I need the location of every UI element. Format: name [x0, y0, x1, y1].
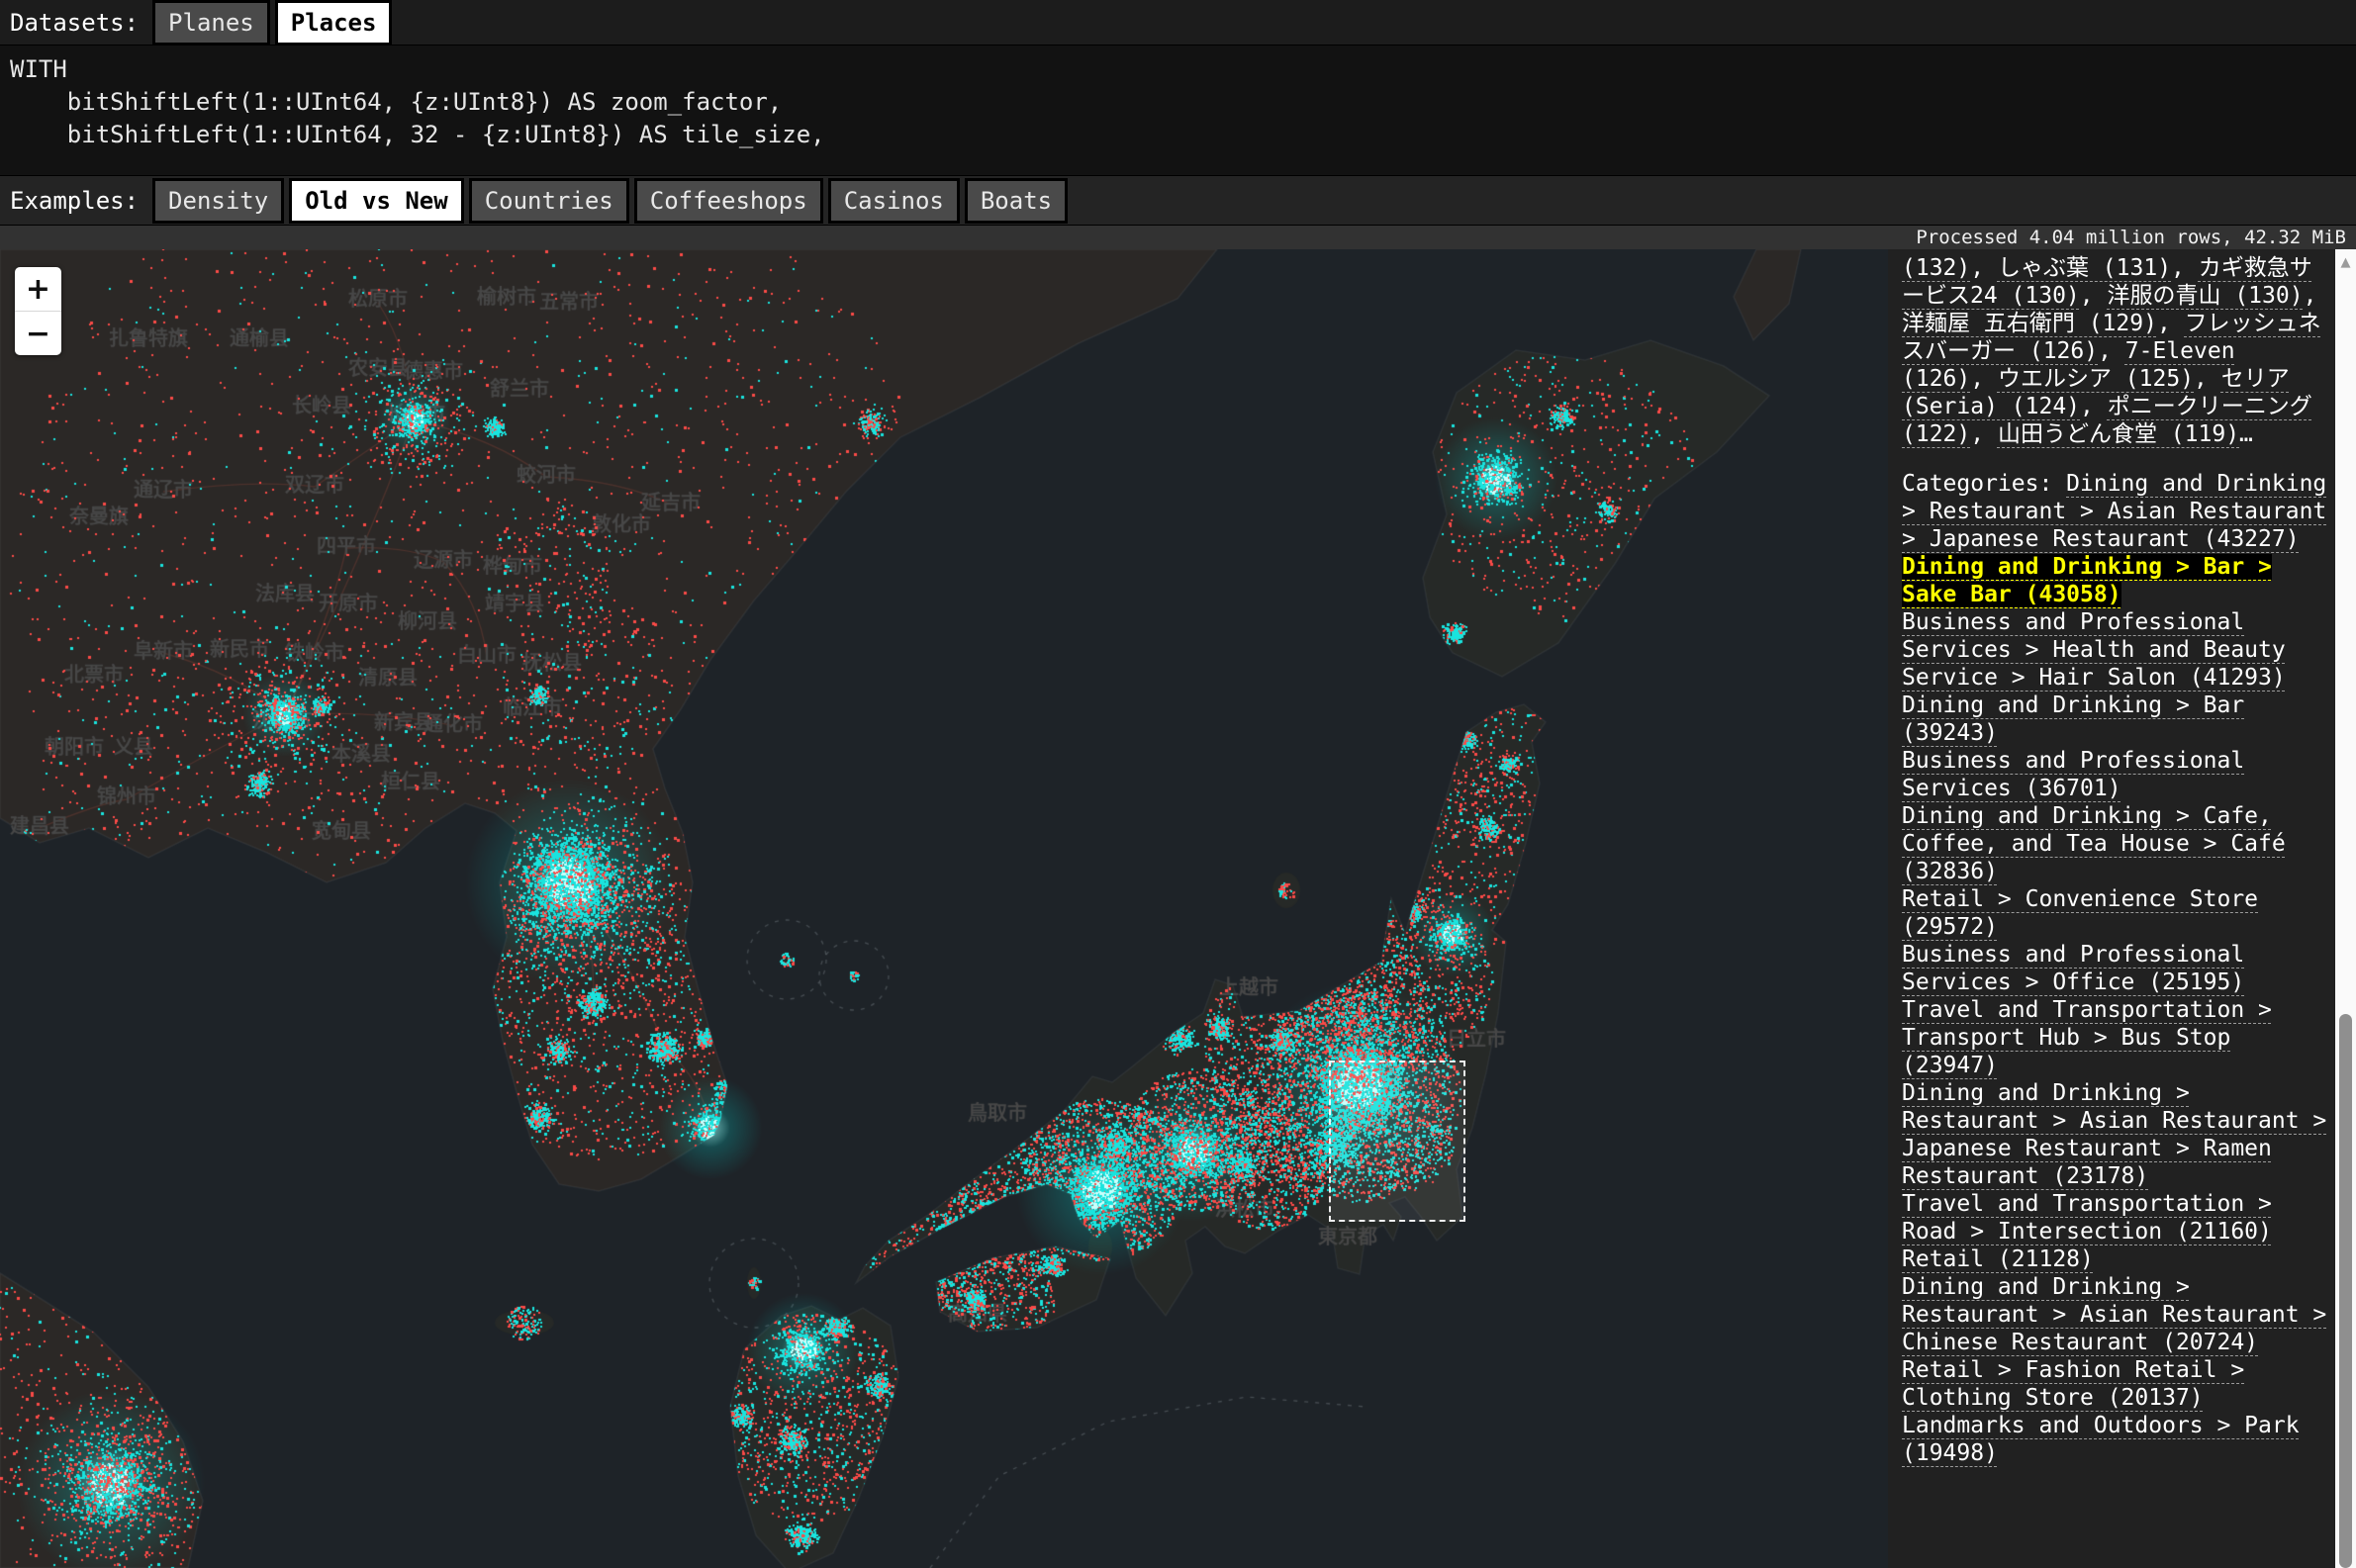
- category-row: Dining and Drinking > Bar (39243): [1902, 692, 2327, 747]
- category-link-highlighted[interactable]: Dining and Drinking > Bar > Sake Bar (43…: [1902, 554, 2272, 607]
- category-link[interactable]: Travel and Transportation > Transport Hu…: [1902, 997, 2272, 1078]
- examples-bar: Examples: Density Old vs New Countries C…: [0, 176, 2356, 226]
- category-row: Retail > Fashion Retail > Clothing Store…: [1902, 1356, 2327, 1412]
- query-line: bitShiftLeft(1::UInt64, {z:UInt8}) AS zo…: [10, 88, 782, 116]
- category-link[interactable]: Dining and Drinking > Cafe, Coffee, and …: [1902, 803, 2286, 884]
- dataset-button-places[interactable]: Places: [275, 0, 393, 46]
- page-scrollbar[interactable]: ▲: [2335, 249, 2356, 1568]
- example-button-coffeeshops[interactable]: Coffeeshops: [634, 178, 823, 224]
- category-row: Business and Professional Services > Off…: [1902, 941, 2327, 996]
- query-editor[interactable]: WITH bitShiftLeft(1::UInt64, {z:UInt8}) …: [0, 46, 2356, 176]
- scrollbar-thumb[interactable]: [2339, 1014, 2352, 1568]
- category-row: Travel and Transportation > Road > Inter…: [1902, 1190, 2327, 1245]
- category-row: Dining and Drinking > Bar > Sake Bar (43…: [1902, 553, 2327, 608]
- datasets-label: Datasets:: [10, 9, 139, 37]
- query-line: WITH: [10, 55, 67, 83]
- scrollbar-up-arrow[interactable]: ▲: [2335, 255, 2356, 270]
- datasets-bar: Datasets: Planes Places: [0, 0, 2356, 46]
- categories-label: Categories:: [1902, 471, 2066, 497]
- name-link[interactable]: 山田うどん食堂 (119): [1998, 421, 2239, 447]
- name-link[interactable]: (132): [1902, 255, 1970, 281]
- category-row: Travel and Transportation > Transport Hu…: [1902, 996, 2327, 1079]
- top-names-list: (132), しゃぶ葉 (131), カギ救急サービス24 (130), 洋服の…: [1902, 254, 2327, 448]
- map-selection-box: [1329, 1061, 1465, 1222]
- category-row: Business and Professional Services > Hea…: [1902, 608, 2327, 692]
- category-link[interactable]: Landmarks and Outdoors > Park (19498): [1902, 1413, 2300, 1466]
- category-link[interactable]: Dining and Drinking > Bar (39243): [1902, 692, 2244, 746]
- category-link[interactable]: Business and Professional Services > Off…: [1902, 942, 2244, 995]
- category-row: Business and Professional Services (3670…: [1902, 747, 2327, 802]
- zoom-out-button[interactable]: −: [15, 312, 61, 355]
- name-link[interactable]: 洋麺屋 五右衛門 (129): [1902, 311, 2157, 336]
- category-row: Dining and Drinking > Restaurant > Asian…: [1902, 1079, 2327, 1190]
- map-zoom-control: + −: [15, 267, 61, 355]
- results-sidebar: (132), しゃぶ葉 (131), カギ救急サービス24 (130), 洋服の…: [1888, 249, 2335, 1568]
- map-canvas[interactable]: [0, 249, 1888, 1568]
- map: + −: [0, 249, 1888, 1568]
- name-link[interactable]: しゃぶ葉 (131): [1998, 255, 2171, 281]
- category-link[interactable]: Travel and Transportation > Road > Inter…: [1902, 1191, 2272, 1245]
- example-button-boats[interactable]: Boats: [965, 178, 1068, 224]
- example-button-countries[interactable]: Countries: [469, 178, 629, 224]
- category-row: Categories: Dining and Drinking > Restau…: [1902, 470, 2327, 553]
- category-row: Retail > Convenience Store (29572): [1902, 885, 2327, 941]
- examples-label: Examples:: [10, 187, 139, 215]
- category-link[interactable]: Business and Professional Services (3670…: [1902, 748, 2244, 801]
- category-link[interactable]: Business and Professional Services > Hea…: [1902, 609, 2286, 691]
- names-ellipsis: …: [2239, 421, 2253, 447]
- zoom-in-button[interactable]: +: [15, 267, 61, 311]
- category-row: Retail (21128): [1902, 1245, 2327, 1273]
- category-row: Dining and Drinking > Cafe, Coffee, and …: [1902, 802, 2327, 885]
- example-button-old-vs-new[interactable]: Old vs New: [289, 178, 464, 224]
- dataset-button-planes[interactable]: Planes: [152, 0, 270, 46]
- status-bar: Processed 4.04 million rows, 42.32 MiB: [0, 226, 2356, 249]
- name-link[interactable]: ウエルシア (125): [1998, 366, 2194, 392]
- name-link[interactable]: 洋服の青山 (130): [2107, 283, 2303, 309]
- category-link[interactable]: Dining and Drinking > Restaurant > Asian…: [1902, 1274, 2326, 1355]
- query-line: bitShiftLeft(1::UInt64, 32 - {z:UInt8}) …: [10, 121, 825, 148]
- category-link[interactable]: Retail (21128): [1902, 1246, 2094, 1272]
- category-link[interactable]: Retail > Fashion Retail > Clothing Store…: [1902, 1357, 2244, 1411]
- category-row: Dining and Drinking > Restaurant > Asian…: [1902, 1273, 2327, 1356]
- category-link[interactable]: Dining and Drinking > Restaurant > Asian…: [1902, 1080, 2326, 1189]
- categories-list: Categories: Dining and Drinking > Restau…: [1902, 470, 2327, 1467]
- rows-processed-status: Processed 4.04 million rows, 42.32 MiB: [1916, 227, 2346, 248]
- example-button-density[interactable]: Density: [152, 178, 284, 224]
- main-area: + − (132), しゃぶ葉 (131), カギ救急サービス24 (130),…: [0, 249, 2356, 1568]
- category-link[interactable]: Retail > Convenience Store (29572): [1902, 886, 2258, 940]
- category-row: Landmarks and Outdoors > Park (19498): [1902, 1412, 2327, 1467]
- example-button-casinos[interactable]: Casinos: [828, 178, 960, 224]
